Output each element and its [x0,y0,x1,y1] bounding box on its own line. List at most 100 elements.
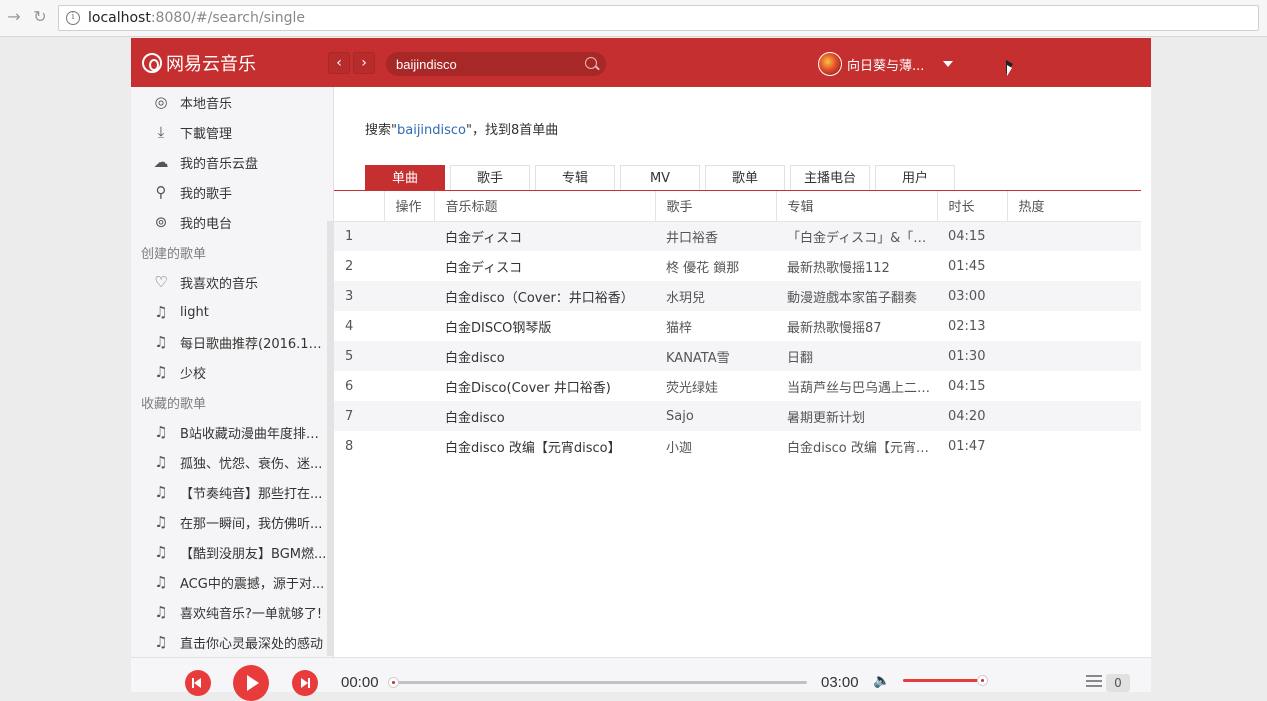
song-album[interactable]: 暑期更新计划 [776,401,937,431]
sidebar-playlist[interactable]: ♫ 直击你心灵最深处的感动 [131,627,331,657]
song-title[interactable]: 白金disco [434,341,655,371]
row-actions[interactable] [384,341,434,371]
song-album[interactable]: 最新热歌慢摇87 [776,311,937,341]
playlist-icon: ♫ [154,333,168,351]
browser-forward-icon[interactable]: → [4,7,24,27]
username[interactable]: 向日葵与薄... [847,55,924,74]
col-header-title[interactable]: 音乐标题 [434,191,656,222]
sidebar-playlist[interactable]: ♡ 我喜欢的音乐 [131,267,331,297]
song-artist[interactable]: 荧光绿娃 [655,371,776,401]
chevron-right-icon: › [361,55,367,71]
col-header-album[interactable]: 专辑 [776,191,938,222]
row-actions[interactable] [384,281,434,311]
song-artist[interactable]: 水玥兒 [655,281,776,311]
user-menu[interactable]: 向日葵与薄... [818,52,954,76]
app-logo[interactable]: 网易云音乐 [142,50,256,76]
caret-down-icon[interactable] [943,61,954,67]
sidebar-item-cloud[interactable]: ☁ 我的音乐云盘 [131,147,331,177]
song-album[interactable]: 最新热歌慢摇112 [776,251,937,281]
song-artist[interactable]: 柊 優花 鎖那 [655,251,776,281]
previous-button[interactable] [185,670,211,696]
address-bar[interactable]: i localhost:8080/#/search/single [58,5,1259,31]
volume-icon[interactable]: 🔈 [873,673,891,689]
next-button[interactable] [292,670,318,696]
queue-count-badge[interactable]: 0 [1106,674,1130,692]
song-album[interactable]: 日翻 [776,341,937,371]
search-results-panel: 搜索"baijindisco"，找到8首单曲 单曲 歌手 专辑 MV 歌单 主播… [334,87,1151,657]
table-row[interactable]: 2 白金ディスコ柊 優花 鎖那 最新热歌慢摇112 01:45 [334,251,1141,281]
table-row[interactable]: 7 白金disco Sajo 暑期更新计划 04:20 [334,401,1141,431]
col-header-popularity[interactable]: 热度 [1007,191,1141,222]
table-row[interactable]: 6 白金Disco(Cover 井口裕香) 荧光绿娃 当葫芦丝与巴乌遇上二次... 04… [334,371,1141,401]
song-album[interactable]: 「白金ディスコ」&「偽物... [776,221,937,251]
song-duration: 04:15 [948,378,986,394]
volume-slider[interactable] [903,675,988,686]
song-album[interactable]: 当葫芦丝与巴乌遇上二次... [776,371,937,401]
song-title[interactable]: 白金ディスコ [434,221,655,251]
volume-knob[interactable] [976,675,988,686]
col-header-duration[interactable]: 时长 [937,191,1008,222]
sidebar-item-local-music[interactable]: ◎ 本地音乐 [131,87,331,117]
song-album[interactable]: 白金disco 改编【元宵di... [776,431,937,461]
search-input[interactable] [396,55,576,73]
download-icon: ⤓ [157,123,165,141]
sidebar-item-downloads[interactable]: ⤓ 下載管理 [131,117,331,147]
tab-songs[interactable]: 单曲 [365,165,445,191]
playlist-queue-icon[interactable] [1086,675,1102,689]
table-row[interactable]: 5 白金disco KANATA雪 日翻 01:30 [334,341,1141,371]
song-title[interactable]: 白金disco（Cover：井口裕香） [434,281,655,311]
song-artist[interactable]: Sajo [655,401,776,431]
sidebar-playlist[interactable]: ♫ 在那一瞬间，我仿佛听... [131,507,331,537]
sidebar-playlist[interactable]: ♫ light [131,297,331,327]
sidebar-playlist[interactable]: ♫ 【节奏纯音】那些打在... [131,477,331,507]
table-row[interactable]: 8 白金disco 改编【元宵disco】 小迦 白金disco 改编【元宵di...… [334,431,1141,461]
song-title[interactable]: 白金Disco(Cover 井口裕香) [434,371,655,401]
sidebar-playlist[interactable]: ♫ 孤独、忧怨、衰伤、迷... [131,447,331,477]
tab-radio[interactable]: 主播电台 [790,165,870,191]
row-actions[interactable] [384,221,434,251]
song-artist[interactable]: 井口裕香 [655,221,776,251]
tab-albums[interactable]: 专辑 [535,165,615,191]
forward-button[interactable]: › [353,52,375,74]
play-button[interactable] [233,665,269,701]
sidebar-item-artists[interactable]: ⚲ 我的歌手 [131,177,331,207]
sidebar-item-radio[interactable]: ⊚ 我的电台 [131,207,331,237]
song-title[interactable]: 白金DISCO钢琴版 [434,311,655,341]
row-actions[interactable] [384,401,434,431]
progress-slider[interactable] [388,677,807,688]
progress-knob[interactable] [388,677,399,688]
tab-playlists[interactable]: 歌单 [705,165,785,191]
sidebar-playlist[interactable]: ♫ B站收藏动漫曲年度排行... [131,417,331,447]
tab-artists[interactable]: 歌手 [450,165,530,191]
song-album[interactable]: 動漫遊戲本家笛子翻奏 [776,281,937,311]
sidebar-playlist[interactable]: ♫ 每日歌曲推荐(2016.11... [131,327,331,357]
row-actions[interactable] [384,371,434,401]
sidebar-playlist[interactable]: ♫ 【酷到没朋友】BGM燃... [131,537,331,567]
avatar[interactable] [818,52,842,76]
sidebar-playlist[interactable]: ♫ ACG中的震撼，源于对... [131,567,331,597]
song-artist[interactable]: KANATA雪 [655,341,776,371]
table-row[interactable]: 1 白金ディスコ 井口裕香 「白金ディスコ」&「偽物... 04:15 [334,221,1141,251]
row-actions[interactable] [384,311,434,341]
song-title[interactable]: 白金disco [434,401,655,431]
col-header-actions[interactable]: 操作 [384,191,435,222]
sidebar-playlist[interactable]: ♫ 少校 [131,357,331,387]
site-info-icon[interactable]: i [66,11,80,25]
song-title[interactable]: 白金ディスコ [434,251,655,281]
sidebar-playlist[interactable]: ♫ 喜欢纯音乐?一单就够了! [131,597,331,627]
col-header-artist[interactable]: 歌手 [655,191,777,222]
search-icon[interactable] [585,57,597,69]
song-artist[interactable]: 小迦 [655,431,776,461]
back-button[interactable]: ‹ [328,52,350,74]
sidebar-scrollbar[interactable] [327,221,334,656]
table-row[interactable]: 3 白金disco（Cover：井口裕香） 水玥兒 動漫遊戲本家笛子翻奏 03:00 [334,281,1141,311]
song-title[interactable]: 白金disco 改编【元宵disco】 [434,431,655,461]
row-actions[interactable] [384,251,434,281]
song-artist[interactable]: 猫梓 [655,311,776,341]
tab-users[interactable]: 用户 [875,165,955,191]
tab-mv[interactable]: MV [620,165,700,191]
playlist-icon: ♫ [154,423,168,441]
row-actions[interactable] [384,431,434,461]
table-row[interactable]: 4 白金DISCO钢琴版 猫梓 最新热歌慢摇87 02:13 [334,311,1141,341]
browser-reload-icon[interactable]: ↻ [30,7,50,27]
